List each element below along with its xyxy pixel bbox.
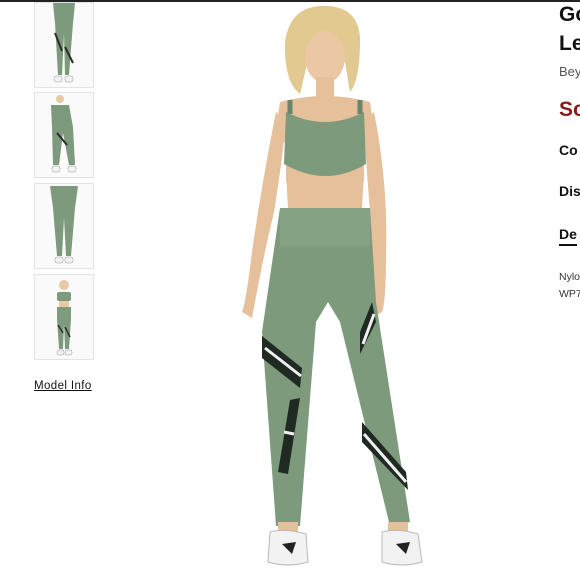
main-product-image[interactable]	[150, 2, 530, 580]
product-title-line-2: Le	[559, 32, 580, 55]
model-info-link[interactable]: Model Info	[34, 380, 92, 392]
discount-label: Dis	[559, 183, 580, 199]
product-info-panel: Go Le Bey So Co Dis De Nylo WP7	[559, 0, 580, 580]
product-title-line-1: Go	[559, 3, 580, 26]
thumbnail-full-outfit[interactable]	[34, 274, 94, 360]
description-line-2: WP7	[559, 288, 580, 300]
thumbnail-legs-side[interactable]	[34, 92, 94, 178]
tab-details[interactable]: De	[559, 226, 577, 246]
sale-price: So	[559, 98, 580, 121]
thumbnail-legs-front[interactable]	[34, 2, 94, 88]
brand-name[interactable]: Bey	[559, 64, 580, 79]
description-line-1: Nylo	[559, 271, 580, 283]
color-label: Co	[559, 142, 578, 158]
thumbnail-legs-back[interactable]	[34, 183, 94, 269]
